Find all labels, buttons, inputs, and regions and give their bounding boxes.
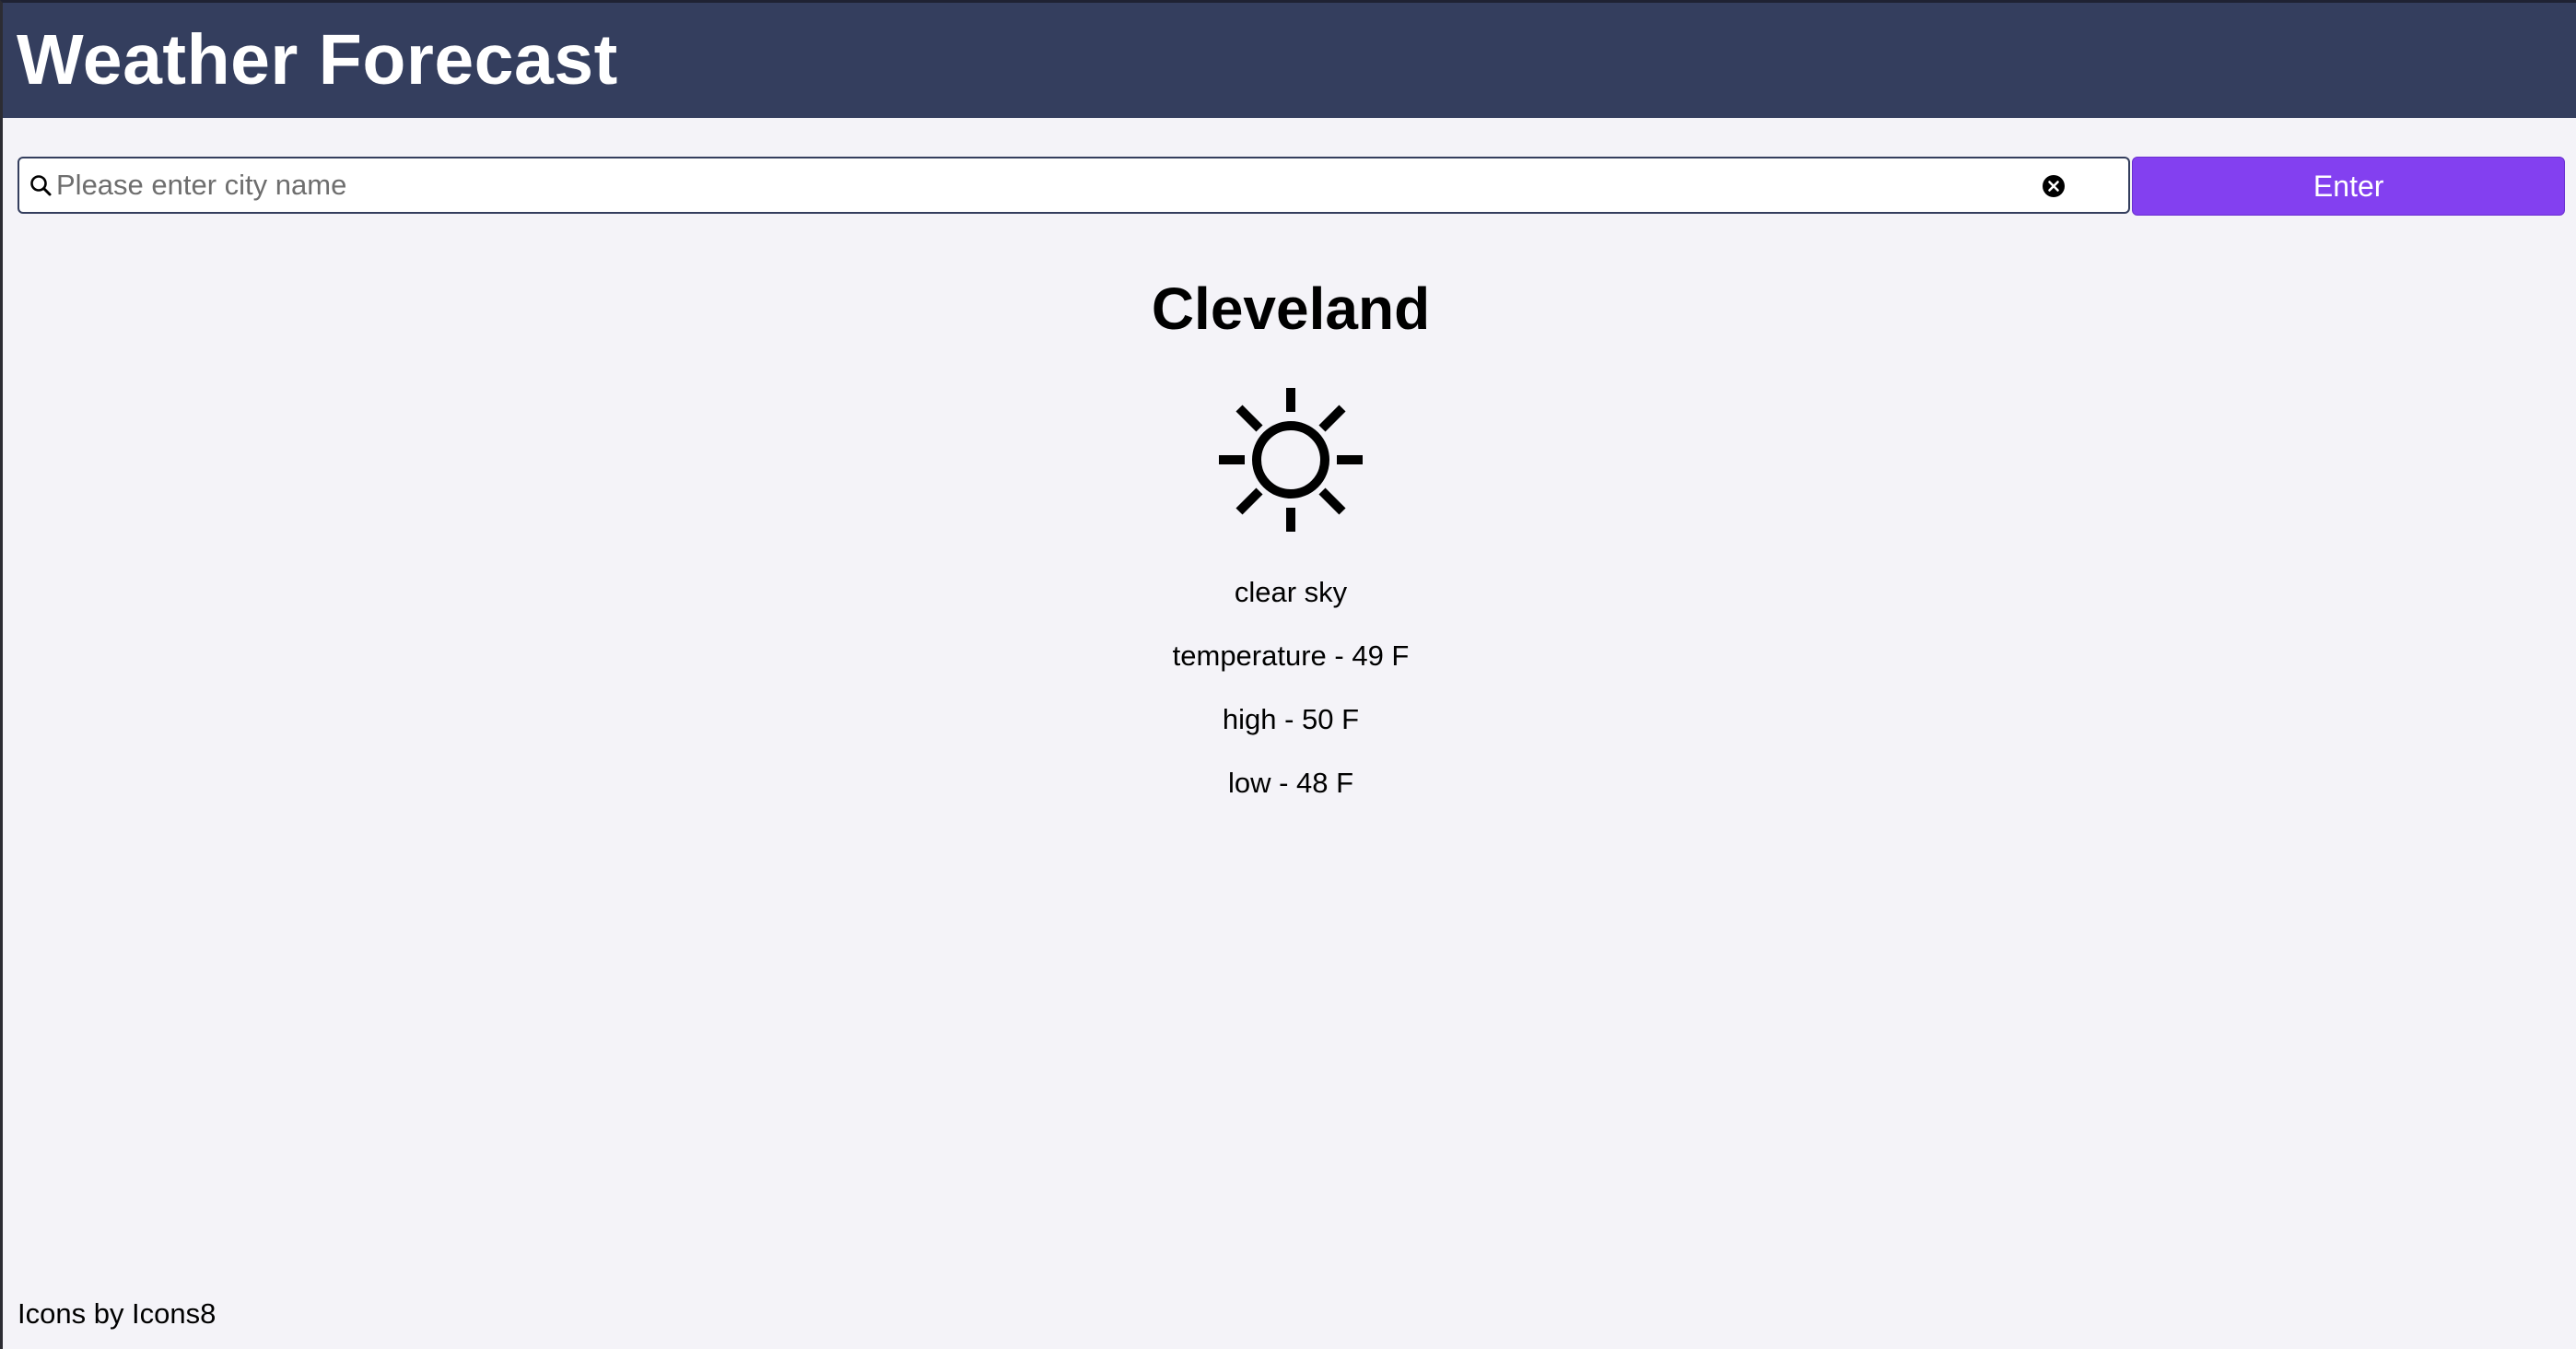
low-temperature-text: low - 48 F <box>1227 767 1354 799</box>
enter-button[interactable]: Enter <box>2132 157 2565 216</box>
search-icon <box>30 175 52 196</box>
app-window: Weather Forecast Enter Cleveland <box>0 0 2576 1349</box>
sun-icon <box>1219 388 1363 532</box>
city-name: Cleveland <box>1151 276 1431 342</box>
search-box[interactable] <box>18 157 2131 214</box>
page-title: Weather Forecast <box>17 20 618 100</box>
search-input[interactable] <box>56 158 2028 212</box>
header-bar: Weather Forecast <box>3 3 2576 118</box>
weather-description: clear sky <box>1234 576 1348 608</box>
icons-credit: Icons by Icons8 <box>18 1297 217 1330</box>
clear-icon[interactable] <box>2042 174 2066 198</box>
weather-panel: Cleveland clear sky temperature - 49 F h… <box>3 270 2576 802</box>
search-row: Enter <box>18 157 2565 217</box>
temperature-text: temperature - 49 F <box>1172 639 1410 672</box>
high-temperature-text: high - 50 F <box>1222 703 1360 735</box>
